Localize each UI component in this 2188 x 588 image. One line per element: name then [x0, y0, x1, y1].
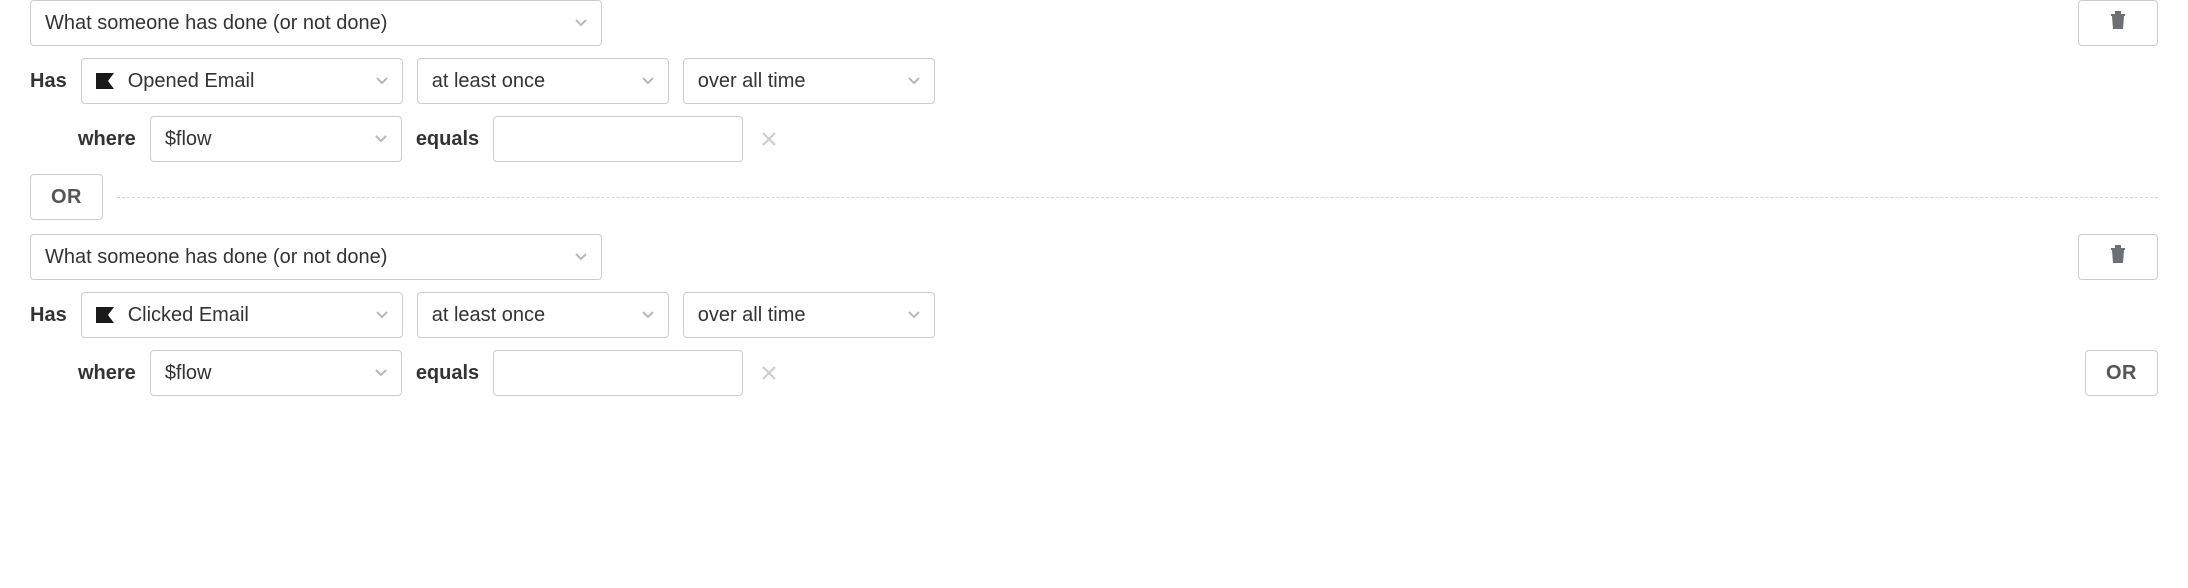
has-label: Has [30, 70, 67, 93]
where-label: where [78, 128, 136, 151]
frequency-label: at least once [432, 304, 545, 327]
chevron-down-icon [375, 369, 387, 377]
divider-line [117, 197, 2158, 198]
close-icon [761, 131, 777, 147]
trash-icon [2109, 244, 2127, 270]
delete-condition-button[interactable] [2078, 0, 2158, 46]
flag-icon [96, 307, 116, 323]
chevron-down-icon [642, 77, 654, 85]
delete-condition-button[interactable] [2078, 234, 2158, 280]
has-label: Has [30, 304, 67, 327]
or-operator-label[interactable]: OR [30, 174, 103, 220]
timeframe-select[interactable]: over all time [683, 58, 935, 104]
frequency-select[interactable]: at least once [417, 58, 669, 104]
condition-type-label: What someone has done (or not done) [45, 12, 387, 35]
equals-label: equals [416, 128, 479, 151]
condition-type-label: What someone has done (or not done) [45, 246, 387, 269]
remove-filter-button[interactable] [757, 365, 781, 381]
flag-icon [96, 73, 116, 89]
chevron-down-icon [376, 311, 388, 319]
filter-field-select[interactable]: $flow [150, 116, 402, 162]
frequency-label: at least once [432, 70, 545, 93]
chevron-down-icon [908, 77, 920, 85]
timeframe-label: over all time [698, 70, 806, 93]
filter-value-input[interactable] [493, 116, 743, 162]
chevron-down-icon [375, 135, 387, 143]
chevron-down-icon [642, 311, 654, 319]
filter-field-label: $flow [165, 362, 212, 385]
add-or-button[interactable]: OR [2085, 350, 2158, 396]
remove-filter-button[interactable] [757, 131, 781, 147]
condition-type-select[interactable]: What someone has done (or not done) [30, 234, 602, 280]
where-label: where [78, 362, 136, 385]
event-select[interactable]: Clicked Email [81, 292, 403, 338]
chevron-down-icon [575, 253, 587, 261]
timeframe-label: over all time [698, 304, 806, 327]
chevron-down-icon [376, 77, 388, 85]
chevron-down-icon [575, 19, 587, 27]
filter-field-select[interactable]: $flow [150, 350, 402, 396]
filter-field-label: $flow [165, 128, 212, 151]
event-label: Opened Email [128, 70, 255, 93]
trash-icon [2109, 10, 2127, 36]
timeframe-select[interactable]: over all time [683, 292, 935, 338]
condition-type-select[interactable]: What someone has done (or not done) [30, 0, 602, 46]
event-label: Clicked Email [128, 304, 249, 327]
event-select[interactable]: Opened Email [81, 58, 403, 104]
frequency-select[interactable]: at least once [417, 292, 669, 338]
equals-label: equals [416, 362, 479, 385]
filter-value-input[interactable] [493, 350, 743, 396]
close-icon [761, 365, 777, 381]
chevron-down-icon [908, 311, 920, 319]
